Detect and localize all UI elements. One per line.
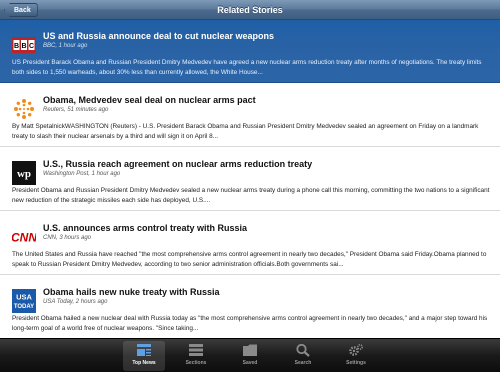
story-source-time: CNN, 3 hours ago: [43, 235, 92, 241]
tab-label: Top News: [132, 360, 156, 366]
tab-top-news[interactable]: Top News: [123, 341, 165, 371]
tab-label: Search: [294, 360, 312, 366]
tab-saved[interactable]: Saved: [229, 341, 271, 371]
sections-icon: [189, 344, 203, 356]
gear-icon: [349, 343, 364, 356]
story-headline: U.S., Russia reach agreement on nuclear …: [43, 159, 313, 169]
tab-settings[interactable]: Settings: [335, 341, 377, 371]
story-row[interactable]: B B C US and Russia announce deal to cut…: [0, 20, 500, 83]
usa-today-logo: USA TODAY: [12, 289, 36, 313]
story-row[interactable]: wp U.S., Russia reach agreement on nucle…: [0, 148, 500, 211]
tab-search[interactable]: Search: [282, 341, 324, 371]
story-row[interactable]: CNN U.S. announces arms control treaty w…: [0, 212, 500, 275]
svg-text:wp: wp: [17, 168, 31, 180]
cnn-logo: CNN: [12, 225, 36, 249]
story-summary: US President Barack Obama and Russian Pr…: [12, 59, 482, 76]
bbc-logo: B B C: [12, 33, 36, 57]
page-title: Related Stories: [217, 5, 283, 15]
svg-text:CNN: CNN: [12, 231, 36, 245]
story-row[interactable]: Obama, Medvedev seal deal on nuclear arm…: [0, 84, 500, 147]
story-summary: President Obama hailed a new nuclear dea…: [12, 315, 488, 332]
story-row[interactable]: USA TODAY Obama hails new nuke treaty wi…: [0, 276, 500, 338]
svg-text:C: C: [29, 43, 34, 50]
story-source-time: BBC, 1 hour ago: [43, 43, 88, 49]
story-headline: Obama, Medvedev seal deal on nuclear arm…: [43, 95, 256, 105]
svg-text:USA: USA: [16, 293, 32, 302]
related-stories-list: B B C US and Russia announce deal to cut…: [0, 20, 500, 338]
top-news-icon: [137, 344, 151, 356]
story-source-time: Reuters, 51 minutes ago: [43, 107, 109, 113]
tab-label: Sections: [185, 360, 207, 366]
story-summary: By Matt SpetalnickWASHINGTON (Reuters) -…: [12, 123, 479, 140]
search-icon: [296, 343, 310, 357]
svg-text:B: B: [14, 43, 19, 50]
tab-label: Settings: [346, 360, 366, 366]
story-source-time: Washington Post, 1 hour ago: [43, 171, 121, 177]
story-source-time: USA Today, 2 hours ago: [43, 299, 108, 305]
svg-text:TODAY: TODAY: [14, 304, 34, 310]
saved-folder-icon: [243, 344, 257, 356]
tab-bar: Top News Sections Saved Search Settings: [0, 338, 500, 372]
story-headline: US and Russia announce deal to cut nucle…: [43, 31, 275, 41]
tab-sections[interactable]: Sections: [175, 341, 217, 371]
story-headline: U.S. announces arms control treaty with …: [43, 223, 248, 233]
story-headline: Obama hails new nuke treaty with Russia: [43, 287, 220, 297]
story-summary: President Obama and Russian President Dm…: [12, 187, 490, 204]
reuters-logo: [12, 97, 36, 121]
washington-post-logo: wp: [12, 161, 36, 185]
svg-text:B: B: [21, 43, 26, 50]
navigation-bar: Back Related Stories: [0, 0, 500, 20]
tab-label: Saved: [242, 360, 258, 366]
story-summary: The United States and Russia have reache…: [12, 251, 487, 268]
